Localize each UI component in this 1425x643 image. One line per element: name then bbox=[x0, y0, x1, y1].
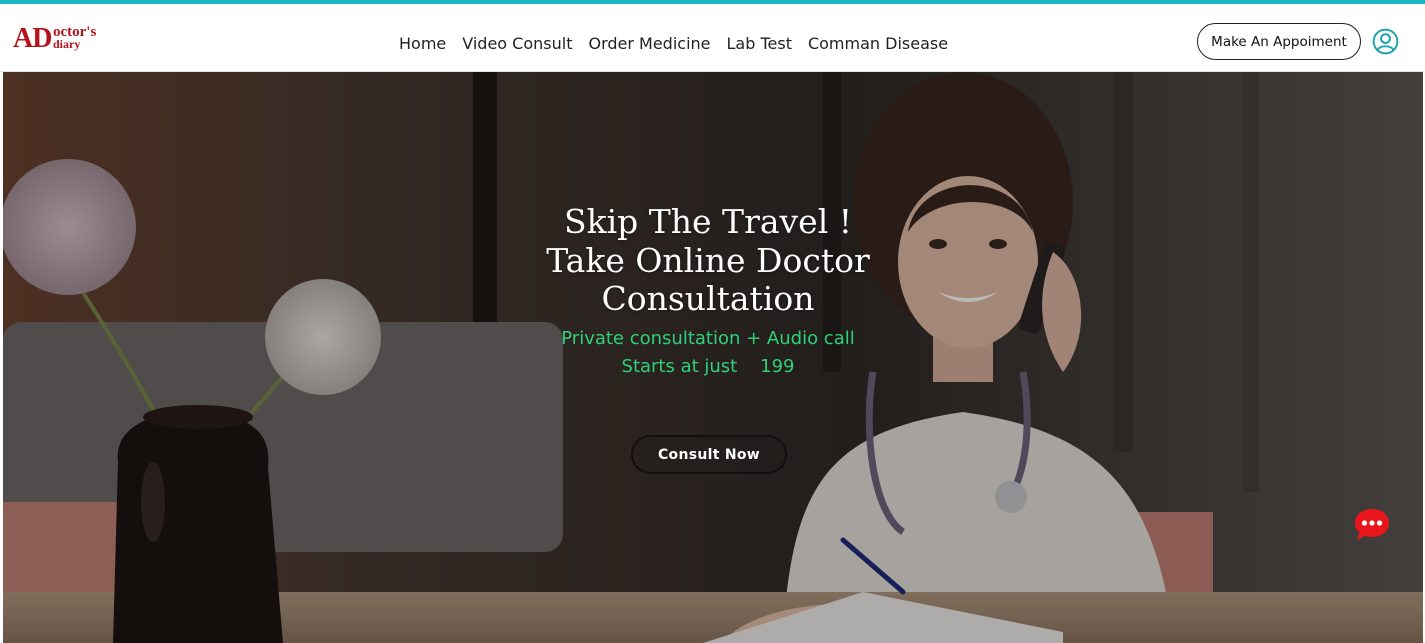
hero-subtitle: Private consultation + Audio call Starts… bbox=[510, 325, 906, 381]
consult-now-button[interactable]: Consult Now bbox=[631, 435, 787, 474]
user-circle-icon[interactable] bbox=[1372, 28, 1399, 55]
hero-headline-line-3: Consultation bbox=[601, 279, 815, 318]
hero-headline: Skip The Travel ! Take Online Doctor Con… bbox=[510, 202, 906, 319]
hero-subtitle-line-1: Private consultation + Audio call bbox=[561, 327, 855, 349]
nav-item-common-disease: Comman Disease bbox=[800, 33, 956, 57]
nav-link-home[interactable]: Home bbox=[391, 33, 454, 55]
nav-item-video-consult: Video Consult bbox=[454, 33, 580, 57]
nav-link-video-consult[interactable]: Video Consult bbox=[454, 33, 580, 55]
site-logo[interactable]: AD octor's diary bbox=[13, 24, 113, 56]
hero-headline-line-1: Skip The Travel ! bbox=[564, 202, 852, 241]
main-nav: Home Video Consult Order Medicine Lab Te… bbox=[391, 33, 956, 57]
make-appointment-button[interactable]: Make An Appoiment bbox=[1197, 23, 1361, 60]
nav-link-order-medicine[interactable]: Order Medicine bbox=[580, 33, 718, 55]
nav-link-lab-test[interactable]: Lab Test bbox=[719, 33, 800, 55]
nav-item-home: Home bbox=[391, 33, 454, 57]
site-header: AD octor's diary Home Video Consult Orde… bbox=[0, 4, 1425, 72]
logo-word-bottom: diary bbox=[53, 37, 81, 51]
hero-price-line: Starts at just 199 bbox=[621, 355, 795, 377]
chat-bubble-icon[interactable] bbox=[1353, 507, 1391, 543]
nav-item-order-medicine: Order Medicine bbox=[580, 33, 718, 57]
nav-item-lab-test: Lab Test bbox=[719, 33, 800, 57]
nav-link-common-disease[interactable]: Comman Disease bbox=[800, 33, 956, 55]
logo-initials: AD bbox=[13, 23, 52, 54]
hero-text-block: Skip The Travel ! Take Online Doctor Con… bbox=[510, 202, 906, 381]
hero-headline-line-2: Take Online Doctor bbox=[546, 240, 870, 280]
